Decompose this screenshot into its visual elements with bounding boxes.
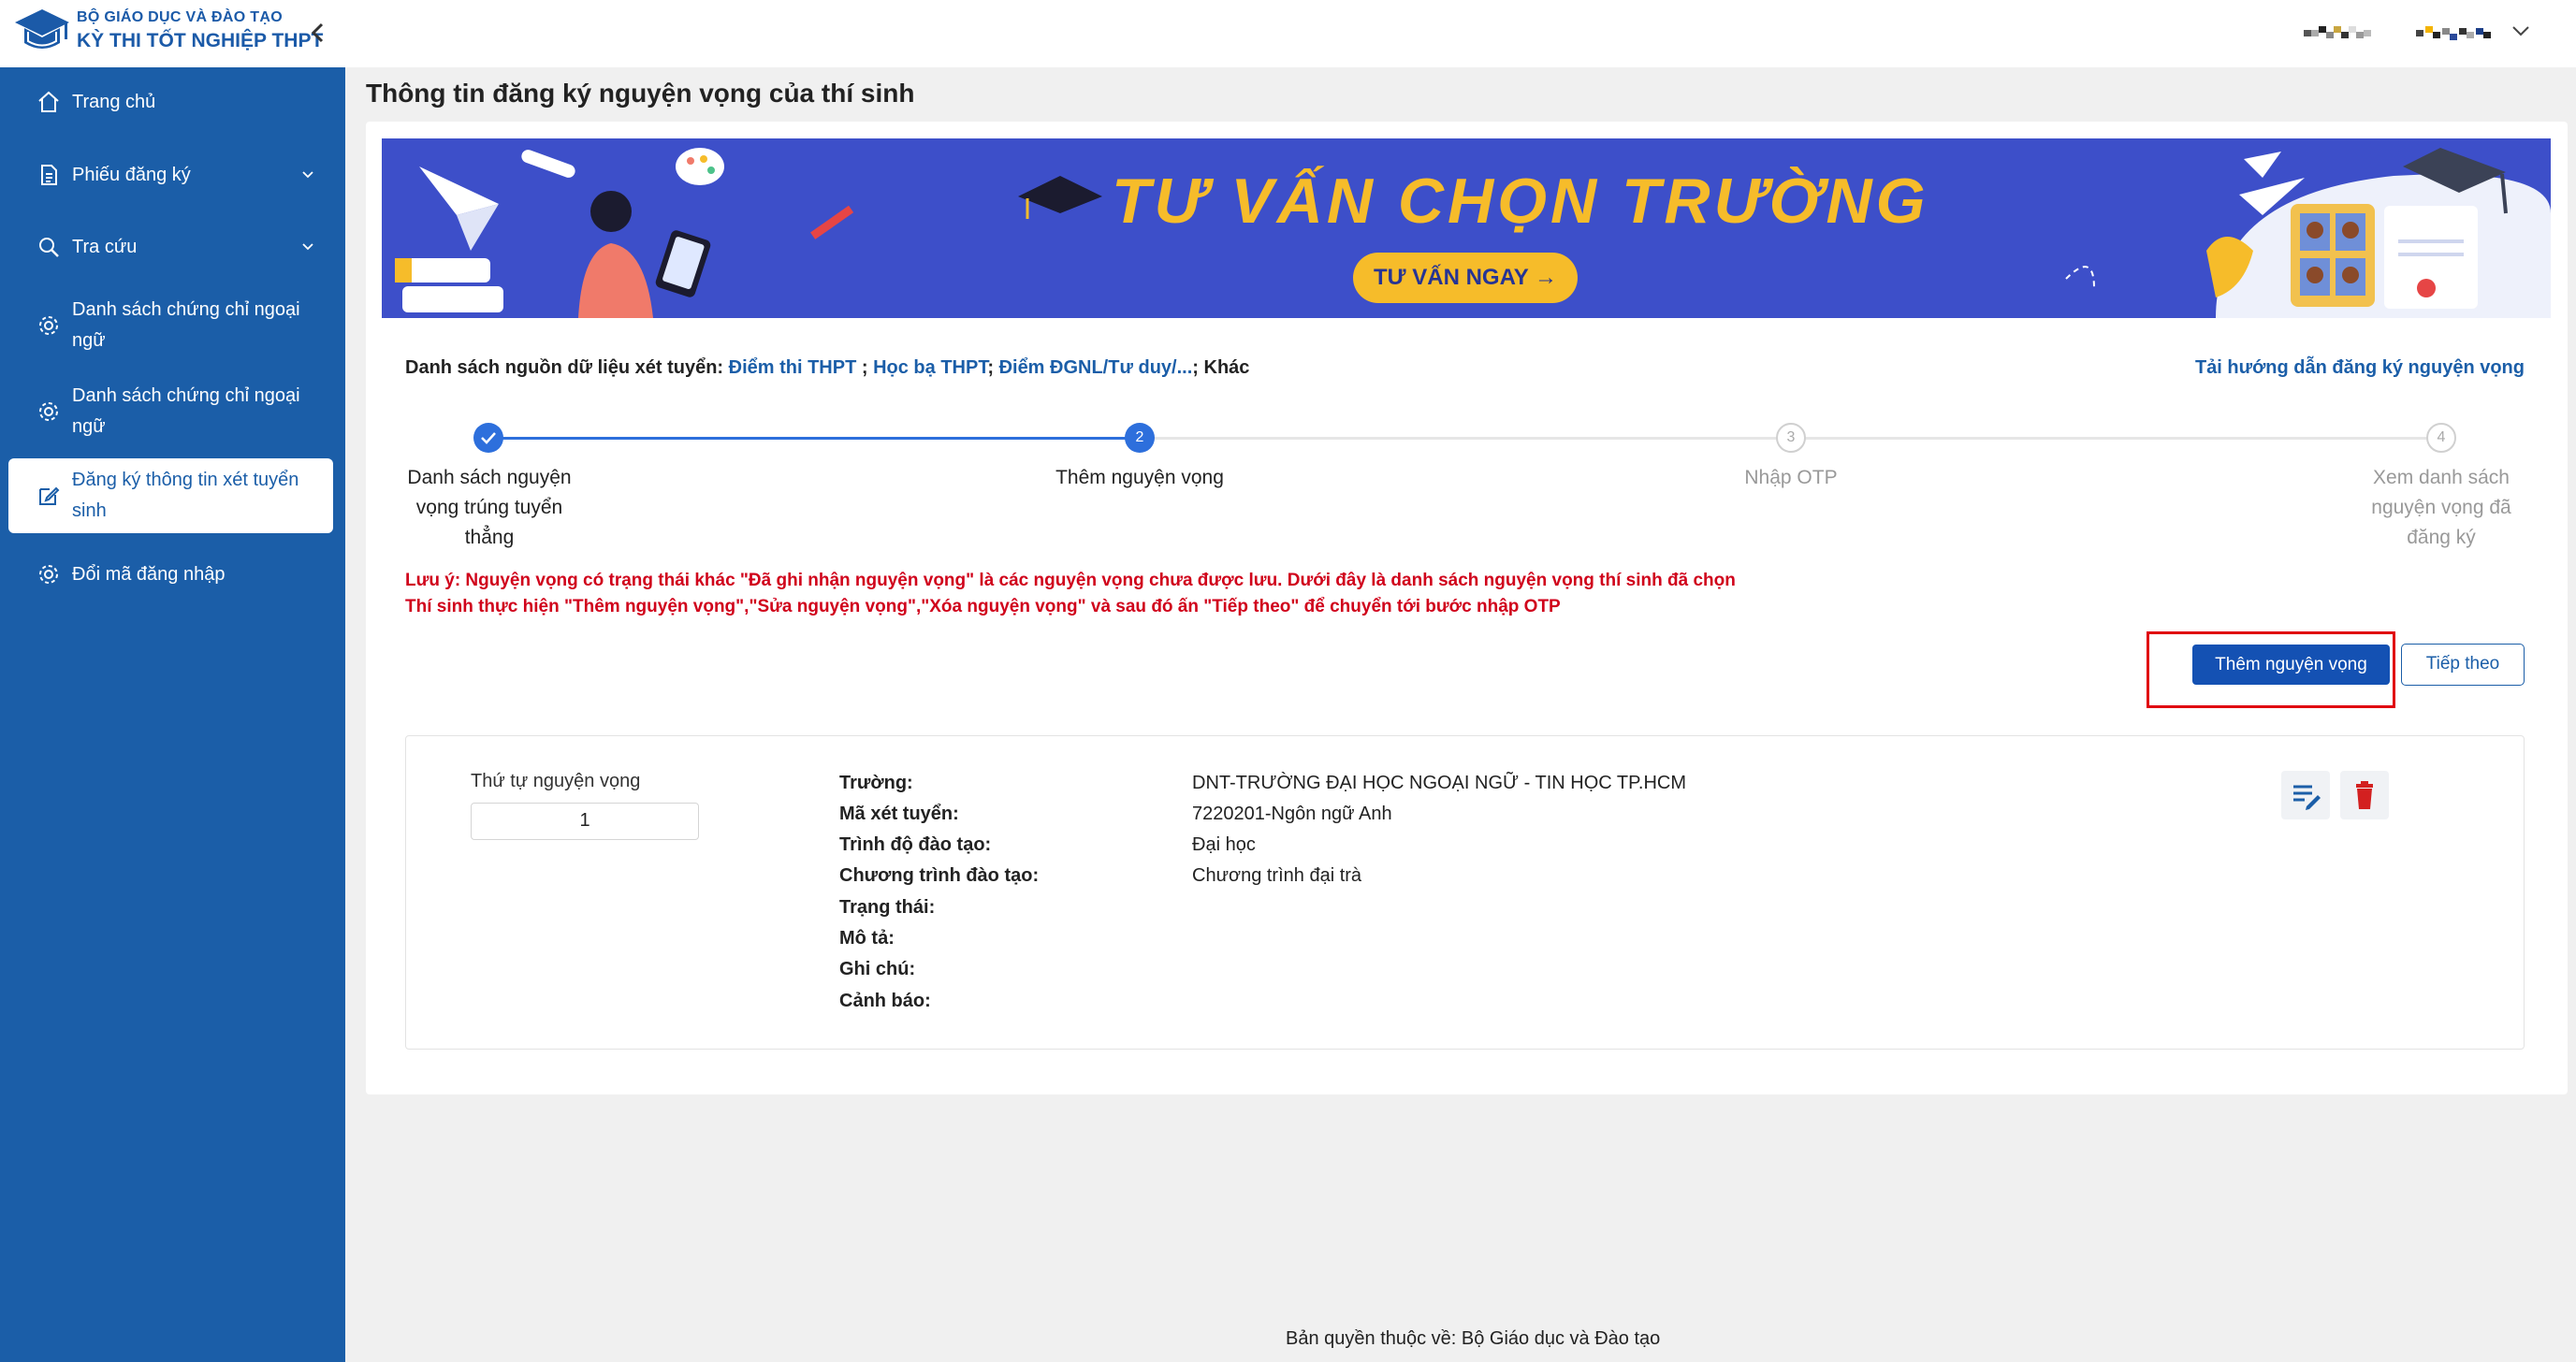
field-label: Trường: [839,773,913,793]
next-button[interactable]: Tiếp theo [2401,644,2525,686]
collapse-sidebar-button[interactable] [307,19,329,47]
edit-list-icon [2293,785,2321,810]
sidebar-item-label: Danh sách chứng chỉ ngoại ngữ [72,385,300,437]
step-4-label: Xem danh sách nguyện vọng đã đăng ký [2371,467,2511,548]
sources-prefix: Danh sách nguồn dữ liệu xét tuyển: [405,357,724,378]
sidebar-item-change-login-code[interactable]: Đổi mã đăng nhập [8,556,333,593]
delete-wish-button[interactable] [2340,771,2389,819]
step-connector-completed [488,437,1141,440]
trash-icon [2356,781,2373,809]
user-avatar[interactable] [2304,22,2379,43]
sidebar-item-label: Trang chủ [72,92,156,112]
home-icon [38,91,59,112]
sidebar-item-label: Tra cứu [72,237,138,257]
step-3-label: Nhập OTP [1744,467,1838,488]
sidebar-item-admission-registration[interactable]: Đăng ký thông tin xét tuyển sinh [8,458,333,533]
sidebar-item-label: Phiếu đăng ký [72,165,191,185]
chevron-down-icon [2512,26,2529,36]
transcript-link[interactable]: Học bạ THPT [873,357,987,378]
gear-icon [39,402,58,421]
step-1-label: Danh sách nguyện vọng trúng tuyển thẳng [407,467,572,548]
step-3-indicator: 3 [1776,423,1806,453]
field-label: Trình độ đào tạo: [839,834,992,855]
graduation-cap-logo-icon [15,9,69,49]
chevron-down-icon [302,171,313,179]
field-label: Ghi chú: [839,959,916,979]
field-label: Chương trình đào tạo: [839,865,1040,886]
download-guide-link[interactable]: Tải hướng dẫn đăng ký nguyện vọng [2195,357,2525,379]
school-value: DNT-TRƯỜNG ĐẠI HỌC NGOẠI NGỮ - TIN HỌC T… [1192,773,1686,793]
gear-icon [39,565,58,584]
edit-icon [39,486,60,505]
thpt-score-link[interactable]: Điểm thi THPT [729,357,857,378]
step-2-indicator: 2 [1125,423,1155,453]
add-wish-button[interactable]: Thêm nguyện vọng [2192,645,2390,685]
sidebar-item-registration-form[interactable]: Phiếu đăng ký [8,157,333,195]
copyright-footer: Bản quyền thuộc về: Bộ Giáo dục và Đào t… [1286,1328,1661,1349]
document-icon [41,165,57,185]
chevron-down-icon [302,243,313,251]
sources-separator: ; [987,357,999,378]
page-title: Thông tin đăng ký nguyện vọng của thí si… [366,79,915,108]
field-label: Mô tả: [839,928,895,949]
admission-code-value: 7220201-Ngôn ngữ Anh [1192,804,1392,824]
org-name: BỘ GIÁO DỤC VÀ ĐÀO TẠO [77,9,283,25]
sidebar-item-label: Đổi mã đăng nhập [72,564,226,585]
aptitude-score-link[interactable]: Điểm ĐGNL/Tư duy/... [999,357,1193,378]
field-label: Mã xét tuyển: [839,804,959,824]
warning-note-line-2: Thí sinh thực hiện "Thêm nguyện vọng","S… [405,597,1561,616]
chevron-left-icon [311,22,324,43]
check-icon [481,432,496,444]
sidebar-item-language-certs-1[interactable]: Danh sách chứng chỉ ngoại ngữ [8,292,333,359]
step-2-label: Thêm nguyện vọng [1055,467,1224,488]
search-icon [39,238,59,257]
sources-suffix: ; Khác [1192,357,1250,378]
gear-icon [39,316,58,335]
exam-name: KỲ THI TỐT NGHIỆP THPT [77,30,324,51]
advice-banner[interactable]: TƯ VẤN CHỌN TRƯỜNG TƯ VẤN NGAY → [382,138,2551,318]
field-label: Trạng thái: [839,897,936,918]
data-sources: Danh sách nguồn dữ liệu xét tuyển: Điểm … [405,357,1249,379]
user-name[interactable] [2416,22,2500,43]
training-level-value: Đại học [1192,834,1256,855]
sidebar-item-lookup[interactable]: Tra cứu [8,229,333,267]
sidebar-item-label: Danh sách chứng chỉ ngoại ngữ [72,299,300,351]
advice-now-button[interactable]: TƯ VẤN NGAY → [1353,253,1578,303]
sidebar-item-language-certs-2[interactable]: Danh sách chứng chỉ ngoại ngữ [8,378,333,445]
sources-separator: ; [856,357,874,378]
training-program-value: Chương trình đại trà [1192,865,1362,886]
step-4-indicator: 4 [2426,423,2456,453]
edit-wish-button[interactable] [2281,771,2330,819]
field-label: Cảnh báo: [839,991,931,1011]
banner-title: TƯ VẤN CHỌN TRƯỜNG [1112,166,1929,237]
step-1-indicator [473,423,503,453]
user-menu-toggle[interactable] [2511,19,2530,43]
wish-order-input[interactable]: 1 [471,803,699,840]
warning-note-line-1: Lưu ý: Nguyện vọng có trạng thái khác "Đ… [405,571,1736,590]
wish-order-label: Thứ tự nguyện vọng [471,771,641,791]
sidebar-item-label: Đăng ký thông tin xét tuyển sinh [72,470,299,521]
top-header: BỘ GIÁO DỤC VÀ ĐÀO TẠO KỲ THI TỐT NGHIỆP… [0,0,2576,67]
sidebar-item-home[interactable]: Trang chủ [8,84,333,122]
